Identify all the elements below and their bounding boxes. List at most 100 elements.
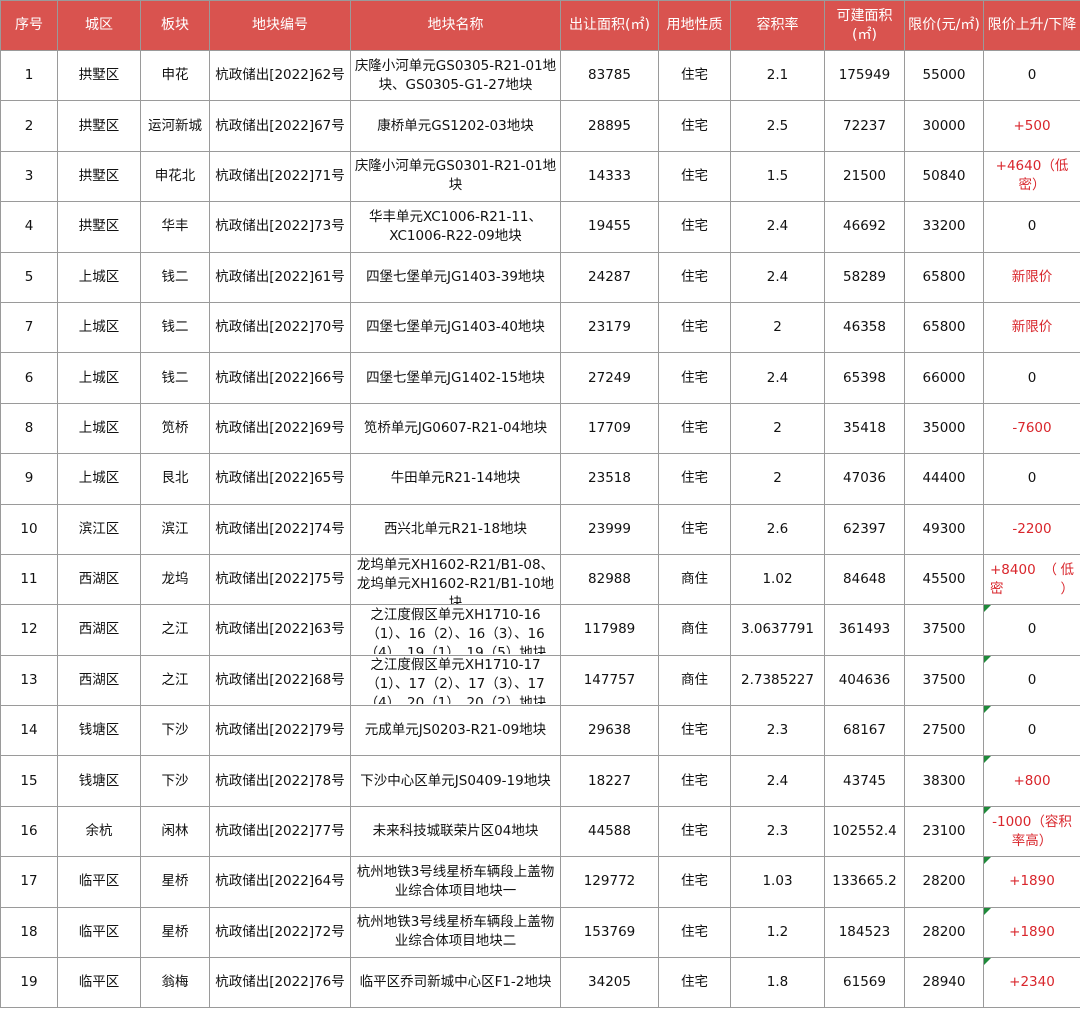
cell-use: 住宅 [658, 201, 731, 253]
cell-no: 9 [0, 453, 58, 505]
cell-price: 28200 [904, 856, 984, 908]
plot-name-text: 华丰单元XC1006-R21-11、XC1006-R22-09地块 [368, 208, 543, 244]
cell-district: 临平区 [57, 856, 141, 908]
cell-buildable: 184523 [824, 906, 905, 959]
cell-price: 49300 [904, 503, 984, 555]
cell-no: 16 [0, 805, 58, 858]
cell-code: 杭政储出[2022]61号 [209, 251, 351, 303]
cell-area: 14333 [560, 150, 659, 203]
cell-buildable: 58289 [824, 251, 905, 303]
cell-far: 3.0637791 [730, 604, 825, 656]
cell-change: +500 [983, 100, 1080, 152]
cell-use: 住宅 [658, 705, 731, 757]
cell-district: 上城区 [57, 301, 141, 354]
cell-code: 杭政储出[2022]69号 [209, 402, 351, 455]
cell-price: 28940 [904, 957, 984, 1009]
cell-use: 商住 [658, 654, 731, 707]
cell-buildable: 84648 [824, 553, 905, 606]
table-row: 6 上城区 钱二 杭政储出[2022]66号 四堡七堡单元JG1402-15地块 2724… [0, 352, 1080, 404]
cell-name: 杭州地铁3号线星桥车辆段上盖物业综合体项目地块二 [350, 906, 561, 959]
cell-use: 住宅 [658, 503, 731, 555]
plot-name-text: 未来科技城联荣片区04地块 [372, 823, 539, 840]
cell-use: 住宅 [658, 906, 731, 959]
cell-buildable: 361493 [824, 604, 905, 656]
cell-buildable: 62397 [824, 503, 905, 555]
cell-change: -2200 [983, 503, 1080, 555]
cell-far: 1.03 [730, 856, 825, 908]
cell-price: 50840 [904, 150, 984, 203]
cell-area: 24287 [560, 251, 659, 303]
plot-name-text: 四堡七堡单元JG1403-39地块 [366, 268, 545, 285]
cell-district: 西湖区 [57, 604, 141, 656]
cell-change: +1890 [983, 906, 1080, 959]
cell-buildable: 72237 [824, 100, 905, 152]
plot-name-text: 龙坞单元XH1602-R21/B1-08、龙坞单元XH1602-R21/B1-1… [356, 556, 555, 604]
cell-district: 上城区 [57, 453, 141, 505]
cell-area: 23179 [560, 301, 659, 354]
header-no: 序号 [0, 0, 58, 51]
cell-far: 1.5 [730, 150, 825, 203]
cell-name: 临平区乔司新城中心区F1-2地块 [350, 957, 561, 1009]
cell-price: 37500 [904, 604, 984, 656]
cell-name: 庆隆小河单元GS0301-R21-01地块 [350, 150, 561, 203]
cell-buildable: 35418 [824, 402, 905, 455]
cell-code: 杭政储出[2022]63号 [209, 604, 351, 656]
cell-change: 0 [983, 654, 1080, 707]
table-row: 5 上城区 钱二 杭政储出[2022]61号 四堡七堡单元JG1403-39地块 2428… [0, 251, 1080, 303]
cell-code: 杭政储出[2022]62号 [209, 49, 351, 102]
cell-buildable: 43745 [824, 755, 905, 807]
cell-price: 27500 [904, 705, 984, 757]
header-district: 城区 [57, 0, 141, 51]
cell-change: 0 [983, 201, 1080, 253]
cell-block: 钱二 [140, 352, 210, 404]
table-row: 12 西湖区 之江 杭政储出[2022]63号 之江度假区单元XH1710-16（1）、… [0, 604, 1080, 656]
cell-district: 上城区 [57, 251, 141, 303]
cell-buildable: 175949 [824, 49, 905, 102]
cell-block: 星桥 [140, 856, 210, 908]
cell-far: 2.3 [730, 705, 825, 757]
cell-area: 28895 [560, 100, 659, 152]
table-row: 3 拱墅区 申花北 杭政储出[2022]71号 庆隆小河单元GS0301-R21-01地… [0, 150, 1080, 203]
cell-change: 新限价 [983, 251, 1080, 303]
cell-price: 65800 [904, 301, 984, 354]
plot-name-text: 康桥单元GS1202-03地块 [377, 117, 534, 134]
cell-name: 未来科技城联荣片区04地块 [350, 805, 561, 858]
cell-change: +1890 [983, 856, 1080, 908]
cell-price: 45500 [904, 553, 984, 606]
plot-name-text: 四堡七堡单元JG1403-40地块 [366, 319, 545, 336]
cell-district: 余杭 [57, 805, 141, 858]
cell-code: 杭政储出[2022]78号 [209, 755, 351, 807]
cell-no: 13 [0, 654, 58, 707]
cell-price: 38300 [904, 755, 984, 807]
cell-buildable: 46358 [824, 301, 905, 354]
cell-code: 杭政储出[2022]68号 [209, 654, 351, 707]
table-row: 2 拱墅区 运河新城 杭政储出[2022]67号 康桥单元GS1202-03地块 2889… [0, 100, 1080, 152]
cell-buildable: 61569 [824, 957, 905, 1009]
cell-no: 8 [0, 402, 58, 455]
cell-change: 0 [983, 453, 1080, 505]
cell-no: 6 [0, 352, 58, 404]
cell-code: 杭政储出[2022]64号 [209, 856, 351, 908]
cell-change: 新限价 [983, 301, 1080, 354]
cell-far: 1.8 [730, 957, 825, 1009]
cell-use: 商住 [658, 604, 731, 656]
cell-area: 23999 [560, 503, 659, 555]
cell-area: 23518 [560, 453, 659, 505]
cell-change: -7600 [983, 402, 1080, 455]
cell-price: 65800 [904, 251, 984, 303]
table-row: 11 西湖区 龙坞 杭政储出[2022]75号 龙坞单元XH1602-R21/B1-08… [0, 553, 1080, 606]
cell-block: 申花 [140, 49, 210, 102]
header-buildable: 可建面积(㎡) [824, 0, 905, 51]
cell-buildable: 404636 [824, 654, 905, 707]
cell-no: 12 [0, 604, 58, 656]
cell-use: 住宅 [658, 251, 731, 303]
cell-no: 1 [0, 49, 58, 102]
cell-district: 西湖区 [57, 654, 141, 707]
cell-district: 拱墅区 [57, 100, 141, 152]
plot-name-text: 庆隆小河单元GS0305-R21-01地块、GS0305-G1-27地块 [354, 57, 557, 93]
cell-code: 杭政储出[2022]74号 [209, 503, 351, 555]
plot-name-text: 牛田单元R21-14地块 [390, 470, 521, 487]
cell-no: 14 [0, 705, 58, 757]
plot-name-text: 临平区乔司新城中心区F1-2地块 [359, 974, 552, 991]
cell-code: 杭政储出[2022]79号 [209, 705, 351, 757]
